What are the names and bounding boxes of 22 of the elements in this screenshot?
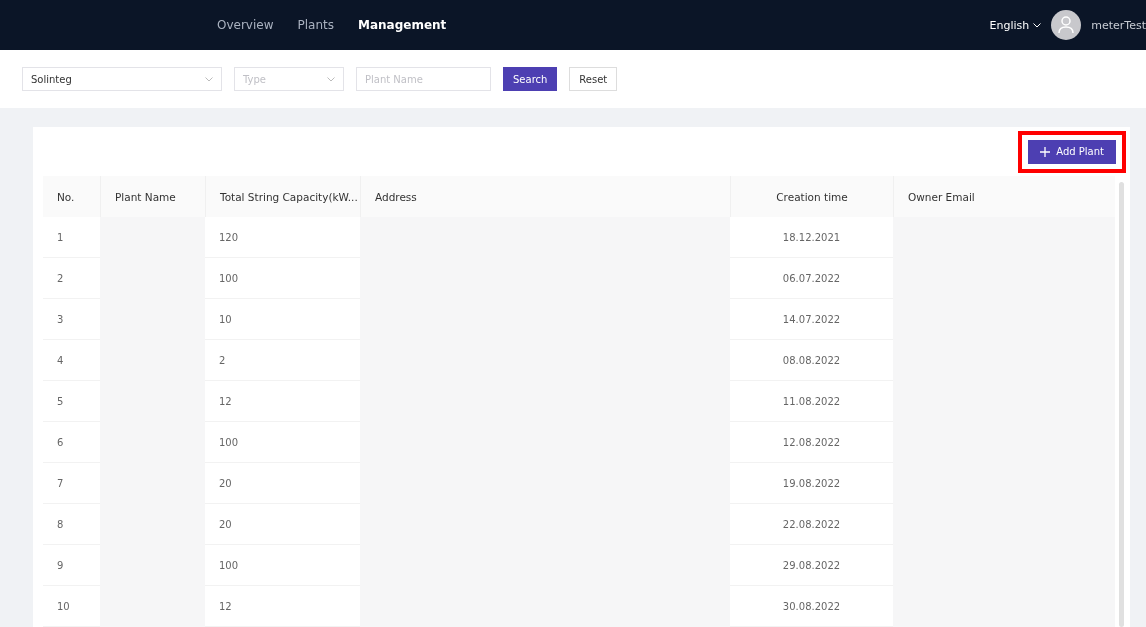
- column-header: Creation time: [730, 176, 893, 217]
- reset-button[interactable]: Reset: [569, 67, 618, 91]
- column-header: Address: [360, 176, 730, 217]
- column-header: Owner Email: [893, 176, 1115, 217]
- chevron-down-icon: [1033, 22, 1042, 28]
- chevron-down-icon: [327, 76, 335, 82]
- search-button[interactable]: Search: [503, 67, 558, 91]
- language-select[interactable]: English: [989, 18, 1042, 32]
- nav-tab[interactable]: Overview: [217, 18, 274, 32]
- avatar-icon[interactable]: [1051, 10, 1082, 40]
- company-select[interactable]: Solinteg: [22, 67, 222, 91]
- plus-icon: [1040, 146, 1051, 157]
- column-header: Total String Capacity(kW...: [205, 176, 360, 217]
- add-plant-button[interactable]: Add Plant: [1028, 139, 1116, 164]
- nav-tab[interactable]: Plants: [297, 18, 334, 32]
- chevron-down-icon: [205, 76, 213, 82]
- column-header: Plant Name: [100, 176, 205, 217]
- user-name[interactable]: meterTest: [1091, 18, 1146, 32]
- scrollbar[interactable]: [1119, 182, 1124, 627]
- column-header: No.: [43, 176, 100, 217]
- plant-name-field[interactable]: Plant Name: [356, 67, 491, 91]
- nav-tab[interactable]: Management: [358, 18, 447, 32]
